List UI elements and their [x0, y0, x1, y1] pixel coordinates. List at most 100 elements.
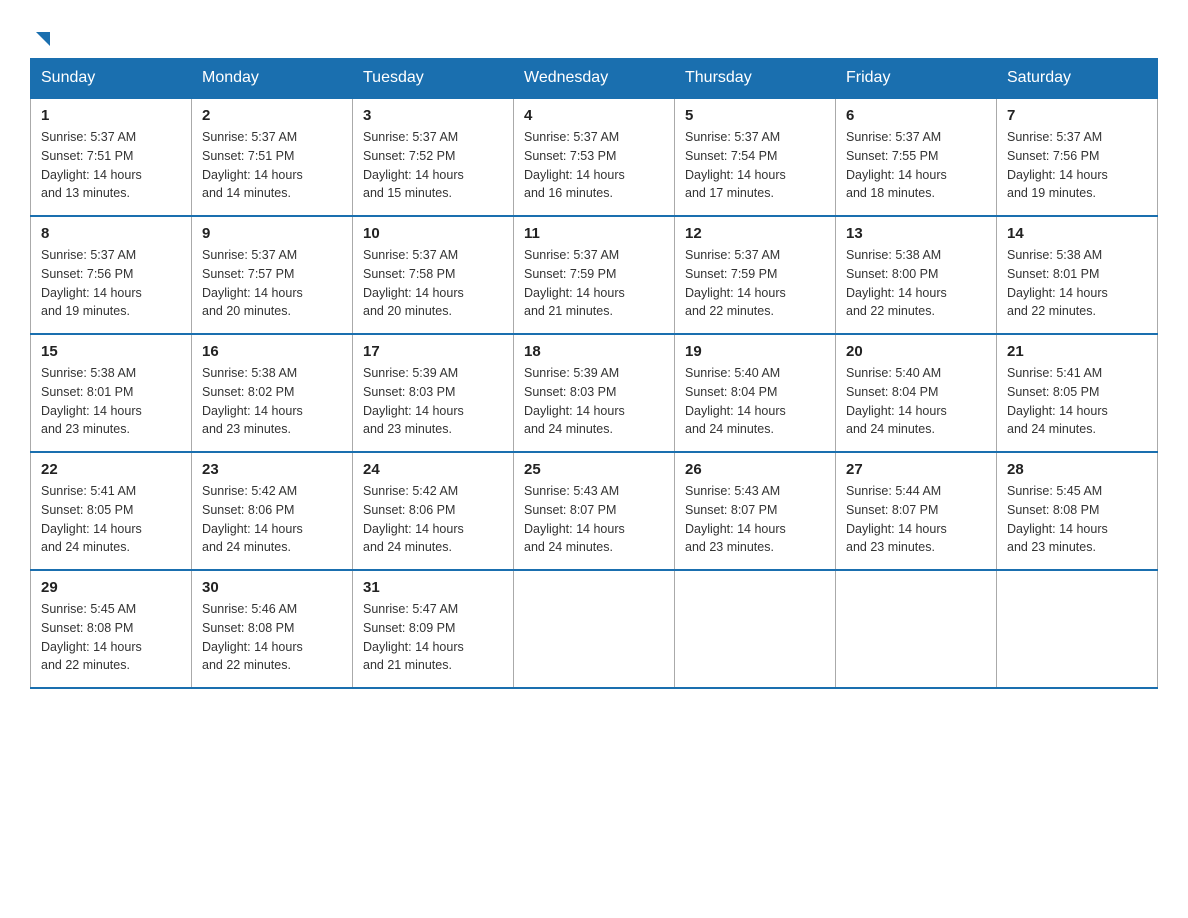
weekday-header-sunday: Sunday — [31, 59, 192, 99]
day-number: 2 — [202, 107, 342, 124]
day-number: 26 — [685, 461, 825, 478]
day-number: 24 — [363, 461, 503, 478]
calendar-cell: 28 Sunrise: 5:45 AM Sunset: 8:08 PM Dayl… — [997, 452, 1158, 570]
day-info: Sunrise: 5:38 AM Sunset: 8:01 PM Dayligh… — [1007, 246, 1147, 321]
calendar-cell: 31 Sunrise: 5:47 AM Sunset: 8:09 PM Dayl… — [353, 570, 514, 688]
day-number: 19 — [685, 343, 825, 360]
weekday-header-tuesday: Tuesday — [353, 59, 514, 99]
day-number: 4 — [524, 107, 664, 124]
calendar-cell: 10 Sunrise: 5:37 AM Sunset: 7:58 PM Dayl… — [353, 216, 514, 334]
calendar-cell: 25 Sunrise: 5:43 AM Sunset: 8:07 PM Dayl… — [514, 452, 675, 570]
calendar-cell: 9 Sunrise: 5:37 AM Sunset: 7:57 PM Dayli… — [192, 216, 353, 334]
calendar-cell: 7 Sunrise: 5:37 AM Sunset: 7:56 PM Dayli… — [997, 98, 1158, 216]
calendar-cell: 14 Sunrise: 5:38 AM Sunset: 8:01 PM Dayl… — [997, 216, 1158, 334]
calendar-cell: 6 Sunrise: 5:37 AM Sunset: 7:55 PM Dayli… — [836, 98, 997, 216]
calendar-cell — [675, 570, 836, 688]
day-info: Sunrise: 5:38 AM Sunset: 8:00 PM Dayligh… — [846, 246, 986, 321]
week-row-5: 29 Sunrise: 5:45 AM Sunset: 8:08 PM Dayl… — [31, 570, 1158, 688]
calendar-cell: 13 Sunrise: 5:38 AM Sunset: 8:00 PM Dayl… — [836, 216, 997, 334]
day-number: 13 — [846, 225, 986, 242]
calendar-cell: 30 Sunrise: 5:46 AM Sunset: 8:08 PM Dayl… — [192, 570, 353, 688]
calendar-cell: 21 Sunrise: 5:41 AM Sunset: 8:05 PM Dayl… — [997, 334, 1158, 452]
day-number: 7 — [1007, 107, 1147, 124]
day-number: 3 — [363, 107, 503, 124]
day-number: 29 — [41, 579, 181, 596]
week-row-1: 1 Sunrise: 5:37 AM Sunset: 7:51 PM Dayli… — [31, 98, 1158, 216]
day-number: 22 — [41, 461, 181, 478]
day-info: Sunrise: 5:47 AM Sunset: 8:09 PM Dayligh… — [363, 600, 503, 675]
calendar-cell: 19 Sunrise: 5:40 AM Sunset: 8:04 PM Dayl… — [675, 334, 836, 452]
calendar-cell: 4 Sunrise: 5:37 AM Sunset: 7:53 PM Dayli… — [514, 98, 675, 216]
calendar-cell: 20 Sunrise: 5:40 AM Sunset: 8:04 PM Dayl… — [836, 334, 997, 452]
day-number: 12 — [685, 225, 825, 242]
day-number: 8 — [41, 225, 181, 242]
day-number: 10 — [363, 225, 503, 242]
day-info: Sunrise: 5:39 AM Sunset: 8:03 PM Dayligh… — [524, 364, 664, 439]
day-info: Sunrise: 5:43 AM Sunset: 8:07 PM Dayligh… — [524, 482, 664, 557]
day-number: 30 — [202, 579, 342, 596]
day-number: 6 — [846, 107, 986, 124]
day-number: 31 — [363, 579, 503, 596]
day-info: Sunrise: 5:37 AM Sunset: 7:54 PM Dayligh… — [685, 128, 825, 203]
page-header — [30, 20, 1158, 48]
calendar-table: SundayMondayTuesdayWednesdayThursdayFrid… — [30, 58, 1158, 689]
calendar-cell: 1 Sunrise: 5:37 AM Sunset: 7:51 PM Dayli… — [31, 98, 192, 216]
day-info: Sunrise: 5:38 AM Sunset: 8:02 PM Dayligh… — [202, 364, 342, 439]
day-info: Sunrise: 5:40 AM Sunset: 8:04 PM Dayligh… — [685, 364, 825, 439]
weekday-header-friday: Friday — [836, 59, 997, 99]
day-info: Sunrise: 5:37 AM Sunset: 7:58 PM Dayligh… — [363, 246, 503, 321]
calendar-cell: 22 Sunrise: 5:41 AM Sunset: 8:05 PM Dayl… — [31, 452, 192, 570]
day-number: 14 — [1007, 225, 1147, 242]
day-info: Sunrise: 5:37 AM Sunset: 7:56 PM Dayligh… — [41, 246, 181, 321]
day-info: Sunrise: 5:39 AM Sunset: 8:03 PM Dayligh… — [363, 364, 503, 439]
week-row-4: 22 Sunrise: 5:41 AM Sunset: 8:05 PM Dayl… — [31, 452, 1158, 570]
calendar-cell: 15 Sunrise: 5:38 AM Sunset: 8:01 PM Dayl… — [31, 334, 192, 452]
day-info: Sunrise: 5:37 AM Sunset: 7:59 PM Dayligh… — [685, 246, 825, 321]
day-info: Sunrise: 5:42 AM Sunset: 8:06 PM Dayligh… — [202, 482, 342, 557]
calendar-cell: 18 Sunrise: 5:39 AM Sunset: 8:03 PM Dayl… — [514, 334, 675, 452]
calendar-cell — [836, 570, 997, 688]
day-info: Sunrise: 5:37 AM Sunset: 7:59 PM Dayligh… — [524, 246, 664, 321]
day-number: 25 — [524, 461, 664, 478]
day-info: Sunrise: 5:46 AM Sunset: 8:08 PM Dayligh… — [202, 600, 342, 675]
logo-arrow-icon — [32, 28, 54, 50]
logo — [30, 30, 54, 48]
calendar-cell: 26 Sunrise: 5:43 AM Sunset: 8:07 PM Dayl… — [675, 452, 836, 570]
day-info: Sunrise: 5:41 AM Sunset: 8:05 PM Dayligh… — [1007, 364, 1147, 439]
weekday-header-monday: Monday — [192, 59, 353, 99]
day-info: Sunrise: 5:42 AM Sunset: 8:06 PM Dayligh… — [363, 482, 503, 557]
weekday-header-saturday: Saturday — [997, 59, 1158, 99]
day-number: 9 — [202, 225, 342, 242]
weekday-header-row: SundayMondayTuesdayWednesdayThursdayFrid… — [31, 59, 1158, 99]
calendar-cell: 8 Sunrise: 5:37 AM Sunset: 7:56 PM Dayli… — [31, 216, 192, 334]
calendar-cell: 5 Sunrise: 5:37 AM Sunset: 7:54 PM Dayli… — [675, 98, 836, 216]
day-number: 5 — [685, 107, 825, 124]
day-number: 20 — [846, 343, 986, 360]
calendar-cell: 23 Sunrise: 5:42 AM Sunset: 8:06 PM Dayl… — [192, 452, 353, 570]
day-number: 18 — [524, 343, 664, 360]
calendar-cell — [997, 570, 1158, 688]
day-info: Sunrise: 5:41 AM Sunset: 8:05 PM Dayligh… — [41, 482, 181, 557]
day-info: Sunrise: 5:44 AM Sunset: 8:07 PM Dayligh… — [846, 482, 986, 557]
calendar-cell: 3 Sunrise: 5:37 AM Sunset: 7:52 PM Dayli… — [353, 98, 514, 216]
day-info: Sunrise: 5:37 AM Sunset: 7:51 PM Dayligh… — [41, 128, 181, 203]
weekday-header-wednesday: Wednesday — [514, 59, 675, 99]
day-number: 23 — [202, 461, 342, 478]
day-number: 27 — [846, 461, 986, 478]
day-number: 21 — [1007, 343, 1147, 360]
day-info: Sunrise: 5:37 AM Sunset: 7:55 PM Dayligh… — [846, 128, 986, 203]
day-info: Sunrise: 5:43 AM Sunset: 8:07 PM Dayligh… — [685, 482, 825, 557]
week-row-2: 8 Sunrise: 5:37 AM Sunset: 7:56 PM Dayli… — [31, 216, 1158, 334]
day-info: Sunrise: 5:37 AM Sunset: 7:53 PM Dayligh… — [524, 128, 664, 203]
calendar-cell: 17 Sunrise: 5:39 AM Sunset: 8:03 PM Dayl… — [353, 334, 514, 452]
day-info: Sunrise: 5:37 AM Sunset: 7:56 PM Dayligh… — [1007, 128, 1147, 203]
day-number: 15 — [41, 343, 181, 360]
calendar-cell — [514, 570, 675, 688]
calendar-cell: 12 Sunrise: 5:37 AM Sunset: 7:59 PM Dayl… — [675, 216, 836, 334]
day-info: Sunrise: 5:45 AM Sunset: 8:08 PM Dayligh… — [1007, 482, 1147, 557]
calendar-cell: 27 Sunrise: 5:44 AM Sunset: 8:07 PM Dayl… — [836, 452, 997, 570]
day-info: Sunrise: 5:37 AM Sunset: 7:52 PM Dayligh… — [363, 128, 503, 203]
day-info: Sunrise: 5:40 AM Sunset: 8:04 PM Dayligh… — [846, 364, 986, 439]
day-number: 1 — [41, 107, 181, 124]
day-number: 17 — [363, 343, 503, 360]
